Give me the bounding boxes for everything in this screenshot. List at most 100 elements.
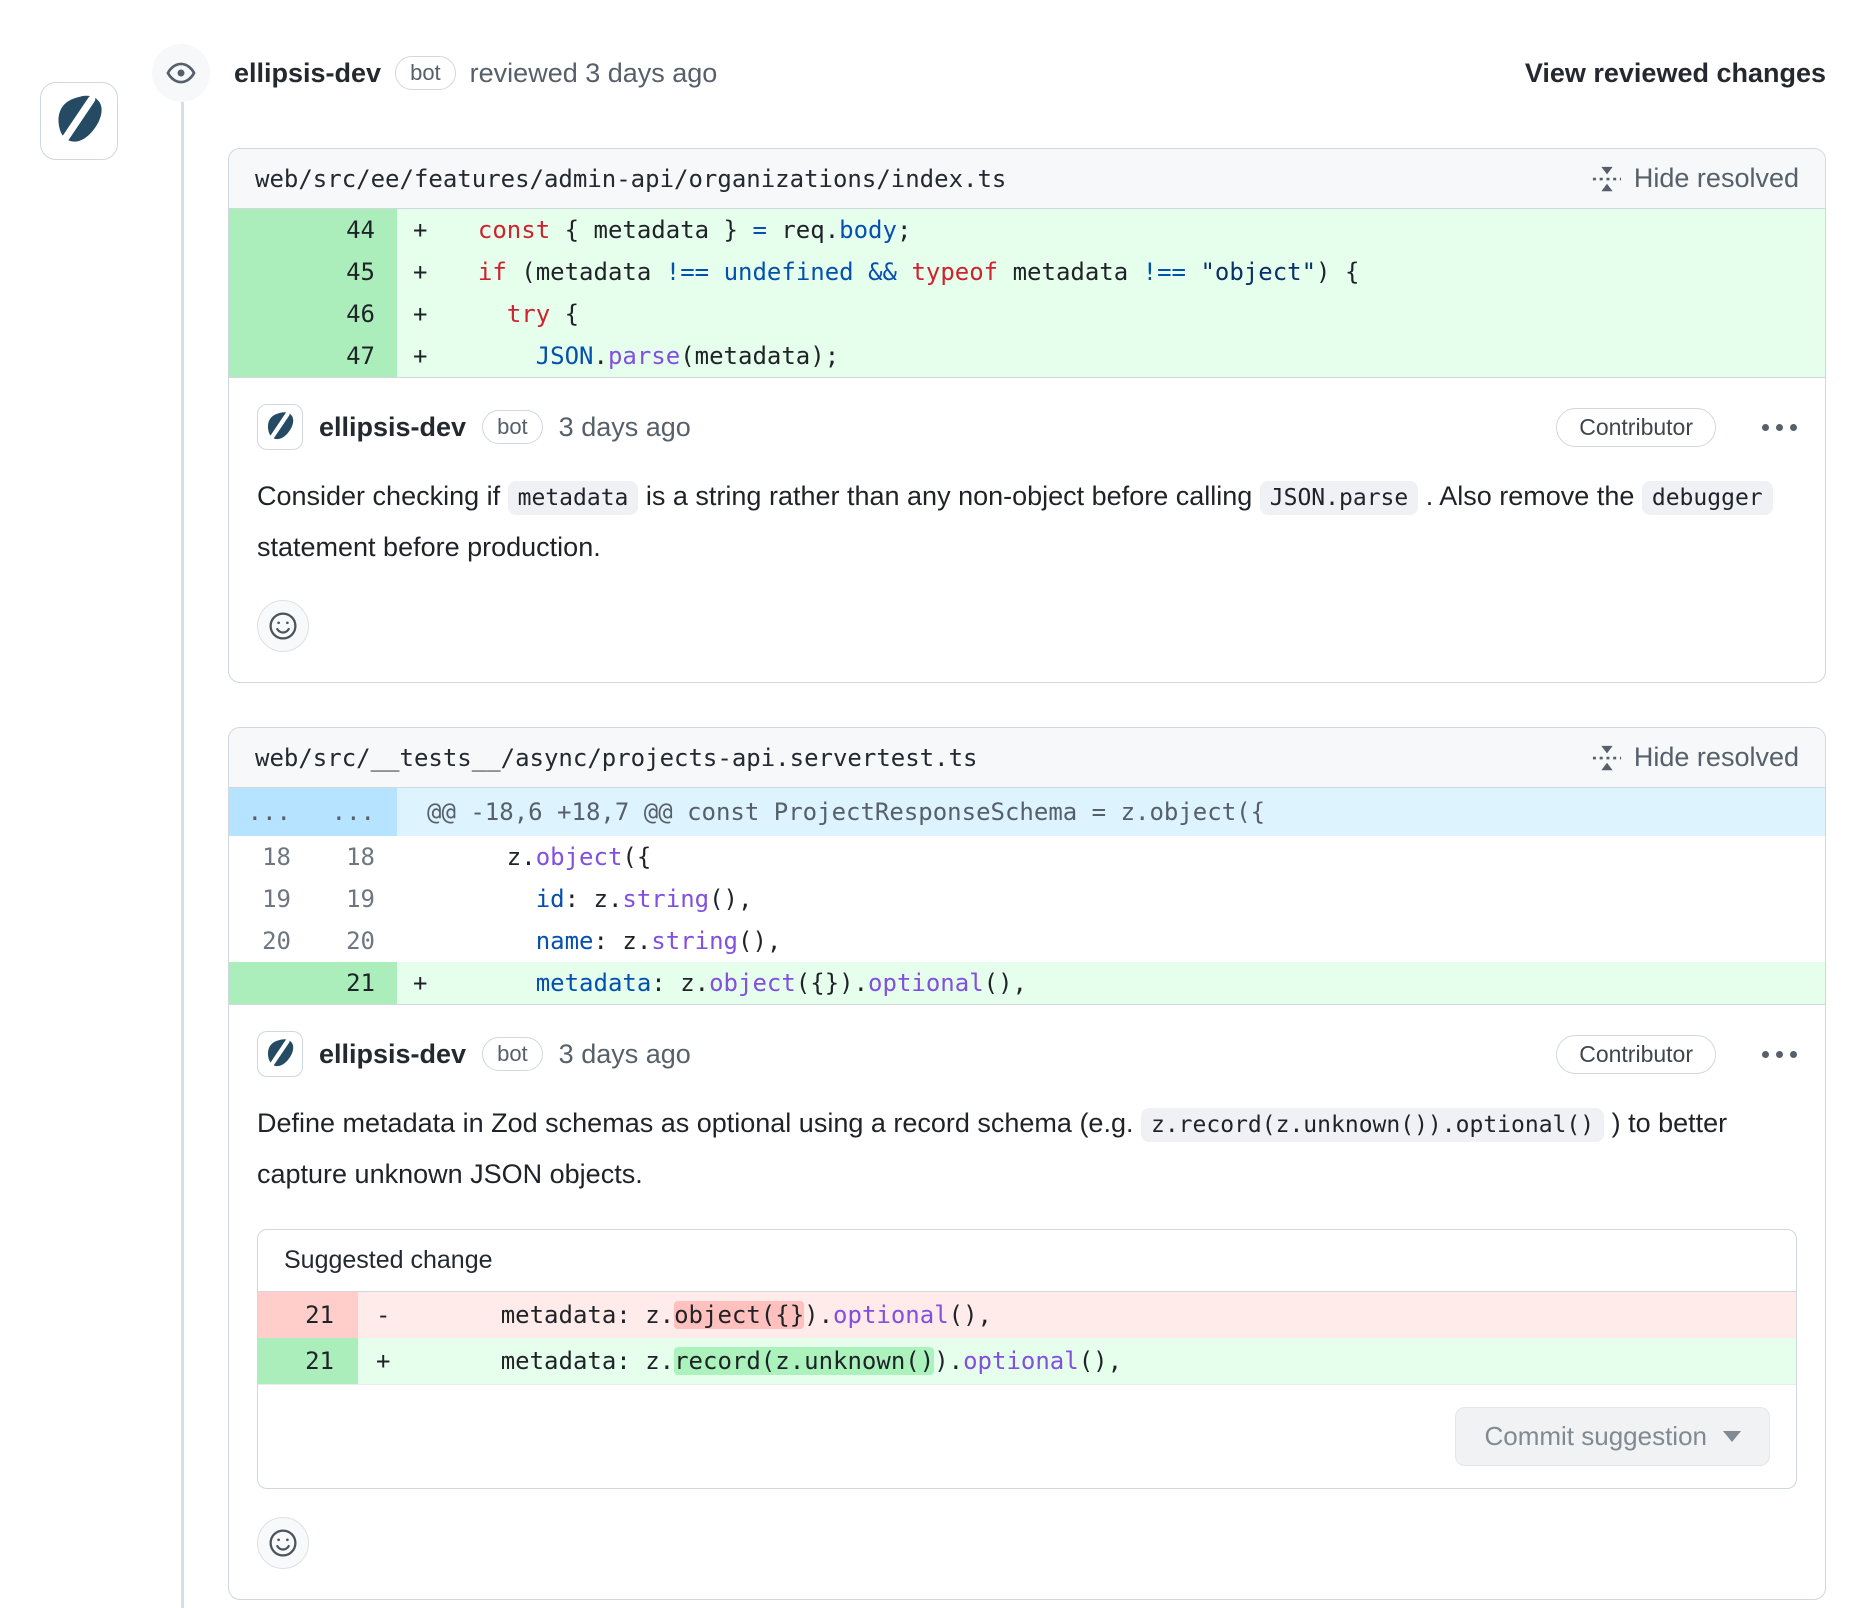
new-line-number: 47 [313,335,397,377]
diff-sign: - [358,1292,414,1338]
diff-table: 44+ const { metadata } = req.body;45+ if… [229,209,1825,378]
code-token: undefined [724,258,854,286]
diff-line: 45+ if (metadata !== undefined && typeof… [229,251,1825,293]
timeline-line [181,44,184,1608]
ellipsis-logo-icon [263,410,297,444]
smiley-icon [267,1527,299,1559]
code-token: optional [833,1301,949,1329]
diff-table: ......@@ -18,6 +18,7 @@ const ProjectRes… [229,788,1825,1005]
old-line-number [229,335,313,377]
code-token: parse [608,342,680,370]
kebab-menu-button[interactable] [1762,424,1797,431]
bot-badge: bot [395,56,456,91]
suggestion-footer: Commit suggestion [258,1384,1796,1488]
new-line-number: 20 [313,920,397,962]
reviewer-name[interactable]: ellipsis-dev [234,58,381,89]
diff-file-header: web/src/__tests__/async/projects-api.ser… [229,728,1825,788]
comment-body: Define metadata in Zod schemas as option… [257,1099,1787,1199]
code-token: { metadata } [550,216,752,244]
diff-hunk-row: ......@@ -18,6 +18,7 @@ const ProjectRes… [229,788,1825,836]
comment-author-avatar[interactable] [257,1031,303,1077]
code-token [709,258,723,286]
kebab-dot [1776,1051,1783,1058]
diff-line: 1818 z.object({ [229,836,1825,878]
code-token: string [622,885,709,913]
file-path-link[interactable]: web/src/ee/features/admin-api/organizati… [255,165,1006,193]
review-eye-badge [152,44,210,102]
diff-file-header: web/src/ee/features/admin-api/organizati… [229,149,1825,209]
code-token: string [651,927,738,955]
reviewer-avatar[interactable] [40,82,118,160]
code-token: "object" [1200,258,1316,286]
diff-code: metadata: z.record(z.unknown()).optional… [414,1338,1796,1384]
comment-author-name[interactable]: ellipsis-dev [319,1039,466,1070]
diff-line: 21+ metadata: z.object({}).optional(), [229,962,1825,1004]
code-token [897,258,911,286]
code-token: : z. [594,927,652,955]
diff-code: id: z.string(), [449,878,1825,920]
comment-author-name[interactable]: ellipsis-dev [319,412,466,443]
comment-timestamp[interactable]: 3 days ago [559,1039,691,1070]
old-line-number [229,251,313,293]
code-token [449,216,478,244]
new-line-number: 44 [313,209,397,251]
new-line-number: ... [313,788,397,836]
code-token: : z. [651,969,709,997]
comment-timestamp[interactable]: 3 days ago [559,412,691,443]
old-line-number: 20 [229,920,313,962]
review-action-text: reviewed 3 days ago [470,58,718,89]
ellipsis-logo-icon [263,1037,297,1071]
author-association-badge: Contributor [1556,1035,1716,1074]
inline-code: metadata [508,481,639,515]
diff-sign: + [397,251,449,293]
kebab-menu-button[interactable] [1762,1051,1797,1058]
code-token: ). [804,1301,833,1329]
commit-suggestion-button[interactable]: Commit suggestion [1455,1407,1770,1466]
review-comment: ellipsis-devbot3 days agoContributorDefi… [229,1005,1825,1599]
code-token: (), [984,969,1027,997]
eye-icon [165,57,197,89]
hide-resolved-button[interactable]: Hide resolved [1592,742,1799,773]
diff-code: if (metadata !== undefined && typeof met… [449,251,1825,293]
code-token: = [752,216,766,244]
code-token [1186,258,1200,286]
review-threads: web/src/ee/features/admin-api/organizati… [228,148,1826,1600]
kebab-dot [1762,424,1769,431]
old-line-number [229,293,313,335]
chevron-down-icon [1723,1431,1741,1442]
code-token: optional [963,1347,1079,1375]
code-token: typeof [911,258,998,286]
code-token: z. [449,843,536,871]
code-token [449,885,536,913]
code-token: optional [868,969,984,997]
new-line-number: 21 [313,962,397,1004]
add-reaction-button[interactable] [257,1517,309,1569]
kebab-dot [1790,424,1797,431]
inline-code: debugger [1642,481,1773,515]
hide-resolved-button[interactable]: Hide resolved [1592,163,1799,194]
review-comment: ellipsis-devbot3 days agoContributorCons… [229,378,1825,682]
code-token [449,969,536,997]
add-reaction-button[interactable] [257,600,309,652]
new-line-number: 18 [313,836,397,878]
view-reviewed-changes-link[interactable]: View reviewed changes [1525,58,1826,89]
comment-author-avatar[interactable] [257,404,303,450]
diff-code: const { metadata } = req.body; [449,209,1825,251]
code-token: object [709,969,796,997]
file-path-link[interactable]: web/src/__tests__/async/projects-api.ser… [255,744,977,772]
diff-sign [397,836,449,878]
old-line-number: ... [229,788,313,836]
old-line-number: 18 [229,836,313,878]
code-token: metadata: z. [414,1301,674,1329]
code-token: try [507,300,550,328]
diff-code: JSON.parse(metadata); [449,335,1825,377]
code-token: metadata: z. [414,1347,674,1375]
code-token: !== [1143,258,1186,286]
code-token: (metadata); [680,342,839,370]
diff-sign: + [397,293,449,335]
diff-code: try { [449,293,1825,335]
diff-line: 1919 id: z.string(), [229,878,1825,920]
suggested-change-title: Suggested change [258,1230,1796,1292]
fold-icon [1592,743,1622,773]
code-token: (), [1079,1347,1122,1375]
